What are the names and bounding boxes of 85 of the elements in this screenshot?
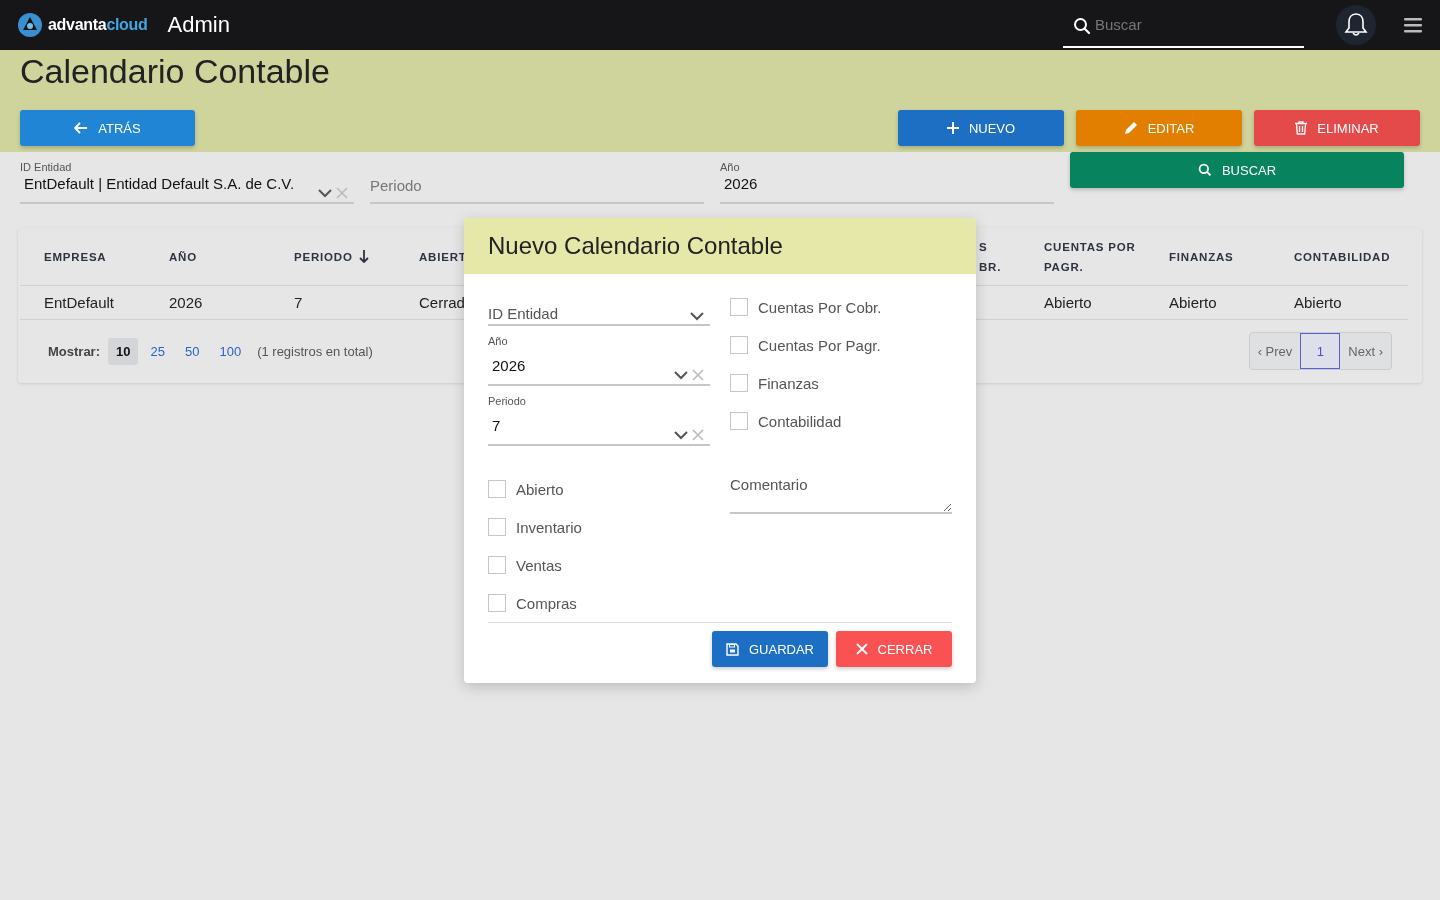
select-field[interactable]: Periodo 7 (488, 386, 710, 446)
column-header[interactable]: EMPRESA (44, 246, 107, 267)
clear-icon[interactable] (336, 187, 348, 199)
chevron-down-icon (674, 430, 688, 440)
page-title: Calendario Contable (20, 51, 331, 90)
prev-button[interactable]: ‹ Prev (1249, 333, 1301, 369)
field-value: EntDefault | Entidad Default S.A. de C.V. (23, 175, 296, 192)
page-size-option[interactable]: 100 (211, 337, 250, 365)
checkbox-label: Contabilidad (758, 412, 842, 430)
search-icon (1197, 163, 1212, 177)
field-label: Periodo (488, 395, 526, 407)
chevron-down-icon (690, 312, 704, 321)
pencil-icon (1123, 121, 1138, 135)
column-header[interactable]: FINANZAS (1169, 246, 1234, 267)
column-header[interactable]: AÑO (169, 246, 197, 267)
column-header[interactable]: ABIERT (419, 246, 467, 267)
column-header[interactable]: PERIODO (294, 246, 369, 267)
search-icon (1073, 17, 1091, 35)
table-cell: Cerrad (419, 294, 465, 311)
search-field[interactable]: Buscar (1063, 2, 1304, 48)
sort-arrow-icon (358, 250, 369, 263)
notifications-button[interactable] (1336, 5, 1376, 45)
field-value: 7 (491, 417, 502, 434)
checkbox[interactable] (488, 556, 506, 574)
field-value: 2026 (723, 175, 759, 192)
select-field[interactable]: ID Entidad (488, 274, 710, 326)
field-label: ID Entidad (20, 161, 72, 173)
brand-name: advantacloud (48, 16, 148, 34)
trash-icon (1295, 121, 1308, 135)
table-cell: 7 (294, 294, 303, 311)
page-button[interactable]: 1 (1300, 333, 1341, 369)
field-label: Año (720, 161, 740, 173)
search-button[interactable]: BUSCAR (1070, 152, 1404, 188)
checkbox[interactable] (488, 480, 506, 498)
checkbox[interactable] (730, 412, 748, 430)
clear-icon[interactable] (692, 429, 704, 441)
filter-field[interactable]: Año 2026 (720, 152, 1054, 204)
table-cell: Abierto (1169, 294, 1217, 311)
page-size-option[interactable]: 50 (176, 337, 208, 365)
back-button[interactable]: ATRÁS (20, 110, 195, 146)
menu-icon[interactable] (1404, 17, 1422, 33)
select-field[interactable]: Año 2026 (488, 326, 710, 386)
table-cell: EntDefault (44, 294, 115, 311)
checkbox[interactable] (730, 298, 748, 316)
new-button[interactable]: NUEVO (898, 110, 1064, 146)
table-cell: Abierto (1044, 294, 1092, 311)
column-header[interactable]: CUENTAS POR PAGR. (1044, 236, 1161, 277)
checkbox[interactable] (730, 336, 748, 354)
checkbox-label: Finanzas (758, 374, 819, 392)
chevron-down-icon (674, 370, 688, 380)
next-button[interactable]: Next › (1340, 333, 1391, 369)
arrow-left-icon (74, 122, 89, 134)
field-placeholder: Periodo (370, 177, 423, 194)
page-size-option[interactable]: 25 (142, 337, 173, 365)
checkbox-label: Cuentas Por Pagr. (758, 336, 881, 354)
table-cell: Abierto (1294, 294, 1342, 311)
field-placeholder: ID Entidad (488, 305, 559, 322)
field-value: 2026 (491, 357, 527, 374)
checkbox[interactable] (488, 518, 506, 536)
checkbox-label: Ventas (516, 556, 562, 574)
page-size-option[interactable]: 10 (108, 337, 139, 365)
chevron-down-icon (318, 188, 332, 198)
save-button[interactable]: GUARDAR (712, 631, 828, 667)
periodo-field[interactable]: Periodo (370, 152, 704, 204)
checkbox-label: Cuentas Por Cobr. (758, 298, 882, 316)
logo-icon (16, 11, 44, 39)
checkbox[interactable] (488, 594, 506, 612)
modal-title: Nuevo Calendario Contable (488, 232, 783, 260)
checkbox-label: Inventario (516, 518, 582, 536)
column-header[interactable]: S BR. (979, 236, 1002, 277)
close-icon (855, 643, 868, 655)
show-label: Mostrar: (48, 343, 100, 359)
app-title: Admin (167, 12, 230, 38)
checkbox-label: Compras (516, 594, 577, 612)
total-count: (1 registros en total) (257, 343, 373, 359)
column-header[interactable]: CONTABILIDAD (1294, 246, 1391, 267)
field-label: Año (488, 335, 508, 347)
plus-icon (946, 122, 959, 134)
bell-icon (1344, 12, 1368, 38)
checkbox[interactable] (730, 374, 748, 392)
filter-field[interactable]: ID Entidad EntDefault | Entidad Default S.A. de C.V. (20, 152, 354, 204)
checkbox-label: Abierto (516, 480, 564, 498)
delete-button[interactable]: ELIMINAR (1254, 110, 1420, 146)
table-cell: 2026 (169, 294, 203, 311)
clear-icon[interactable] (692, 369, 704, 381)
